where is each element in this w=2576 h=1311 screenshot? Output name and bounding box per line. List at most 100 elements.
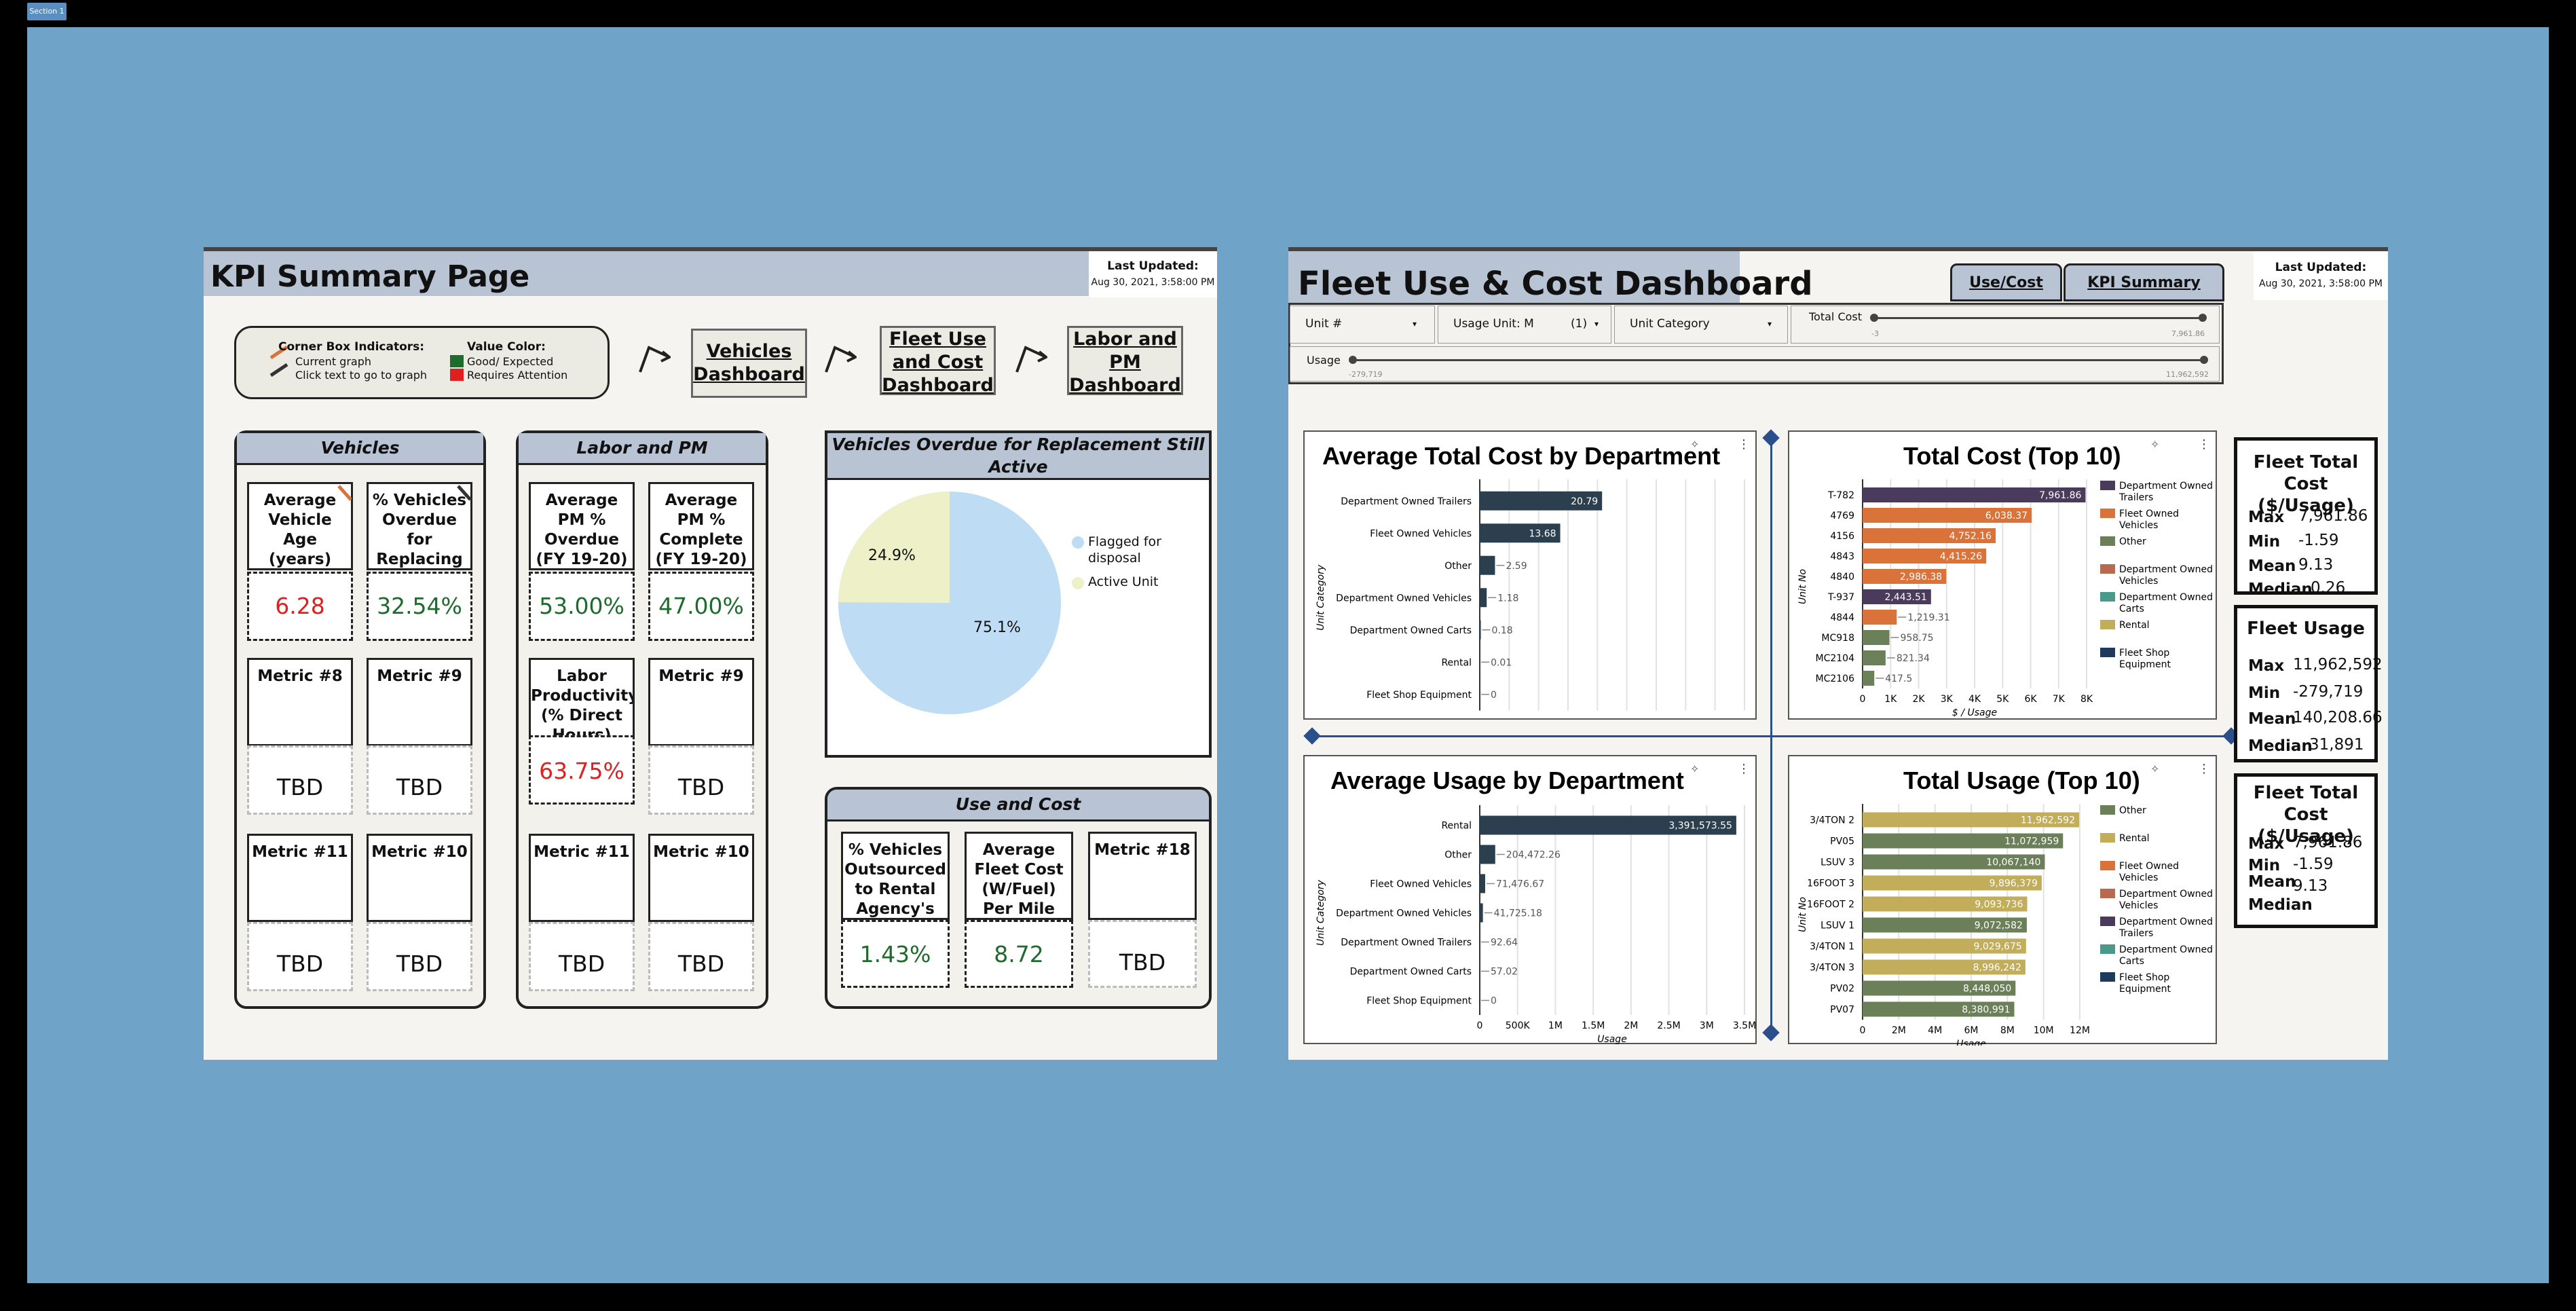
more-options-icon: ⋮ [2198,437,2210,451]
legend-label: Department Owned [2119,564,2213,575]
total-cost-slider[interactable]: Total Cost -3 7,961.86 [1791,306,2220,344]
metric-card[interactable]: Labor Productivity (% Direct Hours) [529,658,635,746]
data-label: 11,072,959 [2004,836,2059,847]
x-axis-label: Usage [1956,1039,1986,1046]
metric-card[interactable]: Metric #10 [367,834,472,922]
slider-handle-max[interactable] [2200,356,2208,364]
category-label: Rental [1441,657,1472,668]
bar [1863,630,1890,645]
x-tick-label: 5K [1996,694,2009,705]
data-label: 1,219.31 [1907,612,1949,623]
tab-use-cost-data[interactable]: Use/Cost Data [1950,263,2062,327]
last-updated-value: Aug 30, 2021, 3:58:00 PM [1091,277,1215,288]
slider-handle-min[interactable] [1870,314,1878,322]
data-label: 10,067,140 [1986,857,2040,868]
x-tick-label: 4K [1968,694,1981,705]
usage-unit-filter[interactable]: Usage Unit: M (1) ▾ [1438,306,1611,344]
category-label: 16FOOT 3 [1807,879,1854,889]
slider-handle-min[interactable] [1349,356,1357,364]
metric-card[interactable]: Metric #11 [529,834,635,922]
divider-vertical [1770,437,1772,1034]
x-tick-label: 4M [1928,1025,1942,1036]
metric-card[interactable]: Average PM % Overdue (FY 19-20) [529,482,635,570]
legend-swatch [2100,917,2115,926]
stats-total-cost: Fleet Total Cost ($/Usage) Max 7,961.86 … [2234,437,2378,598]
data-label: 9,072,582 [1975,921,2023,931]
vehicles-group: Vehicles Average Vehicle Age (years) % V… [234,430,486,1009]
vehicles-dashboard-link[interactable]: Vehicles Dashboard [691,329,807,398]
category-label: 4769 [1830,511,1854,521]
last-updated-box: Last Updated: Aug 30, 2021, 3:58:00 PM [2254,251,2388,300]
metric-card[interactable]: Metric #8 [247,658,353,746]
data-label: 57.02 [1491,967,1518,978]
page-title: KPI Summary Page [210,259,530,294]
filter-label: Unit # [1305,317,1343,331]
y-axis-label: Unit No [1797,569,1808,604]
fleet-use-cost-dashboard-link[interactable]: Fleet Use and Cost Dashboard [880,326,996,396]
data-label: 4,415.26 [1940,551,1982,562]
metric-value: 47.00% [648,572,754,641]
stat-label: Median [2248,737,2313,755]
tab-kpi-summary[interactable]: KPI Summary Page [2064,263,2224,327]
data-label: 204,472.26 [1506,850,1561,861]
divider-handle[interactable] [1762,429,1780,447]
legend-swatch [2100,648,2115,657]
last-updated-box: Last Updated: Aug 30, 2021, 3:58:00 PM [1089,251,1217,297]
metric-card[interactable]: Metric #9 [648,658,754,746]
data-label: 2,443.51 [1884,592,1926,603]
legend-label: Trailers [2118,928,2153,939]
metric-card[interactable]: Metric #10 [648,834,754,922]
slider-min-value: -3 [1871,329,1879,338]
metric-value: TBD [247,745,353,815]
data-label: 92.64 [1491,938,1518,948]
unit-number-filter[interactable]: Unit # ▾ [1290,306,1435,344]
stat-value: -279,719 [2293,683,2364,701]
metric-card[interactable]: % Vehicles Outsourced to Rental Agency's [841,832,950,920]
chart-card-total-usage: Total Usage (Top 10) ✧ ⋮ 0 2M 4M 6M 8M 10M 12M Usa… [1788,755,2217,1050]
slider-track [1351,359,2204,361]
arrow-icon [1015,346,1047,373]
legend-dot-empty [1072,597,1084,610]
legend-corner-line1: Current graph [295,355,372,368]
metric-card[interactable]: Metric #11 [247,834,353,922]
category-label: Department Owned Vehicles [1336,593,1472,604]
metric-card[interactable]: Average PM % Complete (FY 19-20) [648,482,754,570]
bar [1480,903,1483,923]
data-label: 71,476.67 [1496,879,1544,890]
pie-label-large: 75.1% [973,619,1021,636]
divider-handle[interactable] [1303,727,1321,745]
stat-value: -1.59 [2293,855,2334,873]
chart-title: Average Usage by Department [1330,767,1684,794]
avg-cost-chart: Average Total Cost by Department✧⋮$ / Us… [1315,437,1750,741]
data-label: 9,896,379 [1990,879,2038,889]
use-cost-group: Use and Cost % Vehicles Outsourced to Re… [825,787,1212,1009]
category-label: Department Owned Carts [1350,625,1472,636]
metric-card[interactable]: Metric #18 [1088,832,1197,920]
slider-handle-max[interactable] [2199,314,2207,322]
legend-label: Other [2119,805,2146,816]
metric-value: TBD [529,922,635,991]
x-tick-label: 2M [1892,1025,1906,1036]
section-tab[interactable]: Section 1 [27,3,67,20]
chart-title: Total Cost (Top 10) [1903,442,2121,470]
usage-slider[interactable]: Usage -279,719 11,962,592 [1290,346,2220,382]
divider-handle[interactable] [1762,1024,1780,1041]
bar [1863,650,1886,665]
stat-value: 7,961.86 [2298,507,2368,525]
dropdown-arrow-icon: ▾ [1594,319,1599,329]
unit-category-filter[interactable]: Unit Category ▾ [1614,306,1788,344]
category-label: 3/4TON 1 [1810,942,1854,953]
metric-value: TBD [1088,920,1197,988]
last-updated-label: Last Updated: [1107,259,1199,273]
labor-pm-dashboard-link[interactable]: Labor and PM Dashboard [1067,326,1183,396]
legend-dot-flagged [1072,536,1084,549]
more-options-icon: ⋮ [2198,762,2210,776]
total-cost-chart: Total Cost (Top 10) ✧ ⋮ 0 1K 2K 3K 4K 5K 6K 7K 8K $ … [1797,437,2213,718]
metric-card[interactable]: Average Fleet Cost (W/Fuel) Per Mile [965,832,1073,920]
stat-value: 7,961.86 [2293,834,2363,851]
metric-card[interactable]: Metric #9 [367,658,472,746]
slider-min-value: -279,719 [1349,370,1383,379]
x-tick-label: 3.5M [1733,1020,1756,1031]
dropdown-arrow-icon: ▾ [1413,319,1417,329]
report-canvas: KPI Summary Page Last Updated: Aug 30, 2… [27,27,2549,1283]
